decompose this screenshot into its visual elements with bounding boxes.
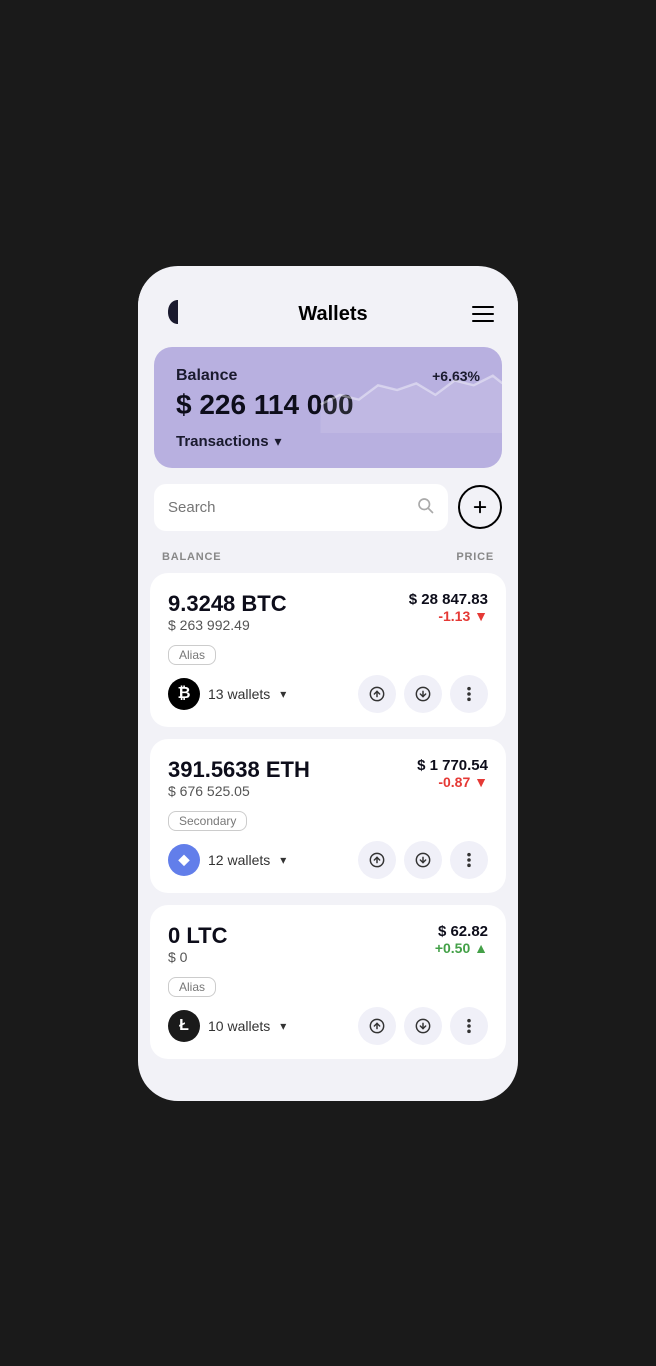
balance-chart (311, 347, 502, 433)
btc-wallet-count: 13 wallets (208, 686, 270, 702)
transactions-label: Transactions (176, 433, 269, 450)
btc-wallet-info[interactable]: ₿ 13 wallets ▾ (168, 678, 286, 710)
balance-label: Balance (176, 367, 237, 385)
ltc-alias: Alias (168, 977, 216, 997)
search-container (154, 484, 448, 531)
ltc-change: +0.50 ▲ (435, 940, 488, 956)
ltc-amount: 0 LTC (168, 923, 227, 949)
ltc-receive-button[interactable] (404, 1007, 442, 1045)
balance-card: Balance +6.63% $ 226 114 000 Transaction… (154, 347, 502, 468)
eth-price: $ 1 770.54 (417, 757, 488, 774)
btc-amount: 9.3248 BTC (168, 591, 287, 617)
btc-alias: Alias (168, 645, 216, 665)
eth-receive-button[interactable] (404, 841, 442, 879)
ltc-usd-value: $ 0 (168, 949, 227, 965)
menu-icon[interactable] (472, 306, 494, 322)
eth-logo: ◆ (168, 844, 200, 876)
phone-frame: Wallets Balance +6.63% $ 226 114 000 Tra… (138, 266, 518, 1101)
search-icon (416, 496, 434, 519)
search-row (138, 484, 518, 545)
search-input[interactable] (168, 499, 408, 516)
eth-more-button[interactable] (450, 841, 488, 879)
eth-amount: 391.5638 ETH (168, 757, 310, 783)
logo-icon (162, 296, 194, 333)
btc-usd-value: $ 263 992.49 (168, 617, 287, 633)
header: Wallets (138, 286, 518, 347)
btc-card: 9.3248 BTC $ 263 992.49 $ 28 847.83 -1.1… (150, 573, 506, 727)
eth-usd-value: $ 676 525.05 (168, 783, 310, 799)
ltc-wallet-count: 10 wallets (208, 1018, 270, 1034)
ltc-card: 0 LTC $ 0 $ 62.82 +0.50 ▲ Alias Ł 10 wal… (150, 905, 506, 1059)
btc-send-button[interactable] (358, 675, 396, 713)
price-col-header: PRICE (456, 551, 494, 563)
btc-price: $ 28 847.83 (409, 591, 488, 608)
transactions-row[interactable]: Transactions ▾ (176, 433, 480, 450)
eth-change: -0.87 ▼ (417, 774, 488, 790)
page-title: Wallets (298, 303, 367, 326)
btc-more-button[interactable] (450, 675, 488, 713)
eth-wallet-count: 12 wallets (208, 852, 270, 868)
balance-col-header: BALANCE (162, 551, 221, 563)
eth-wallets-chevron-icon: ▾ (280, 853, 286, 867)
eth-wallet-info[interactable]: ◆ 12 wallets ▾ (168, 844, 286, 876)
ltc-logo: Ł (168, 1010, 200, 1042)
ltc-more-button[interactable] (450, 1007, 488, 1045)
eth-alias: Secondary (168, 811, 247, 831)
ltc-wallet-info[interactable]: Ł 10 wallets ▾ (168, 1010, 286, 1042)
transactions-chevron-icon: ▾ (275, 433, 282, 450)
btc-logo: ₿ (168, 678, 200, 710)
btc-wallets-chevron-icon: ▾ (280, 687, 286, 701)
add-wallet-button[interactable] (458, 485, 502, 529)
ltc-send-button[interactable] (358, 1007, 396, 1045)
column-headers: BALANCE PRICE (138, 545, 518, 573)
btc-receive-button[interactable] (404, 675, 442, 713)
eth-send-button[interactable] (358, 841, 396, 879)
ltc-wallets-chevron-icon: ▾ (280, 1019, 286, 1033)
eth-card: 391.5638 ETH $ 676 525.05 $ 1 770.54 -0.… (150, 739, 506, 893)
btc-change: -1.13 ▼ (409, 608, 488, 624)
ltc-price: $ 62.82 (435, 923, 488, 940)
